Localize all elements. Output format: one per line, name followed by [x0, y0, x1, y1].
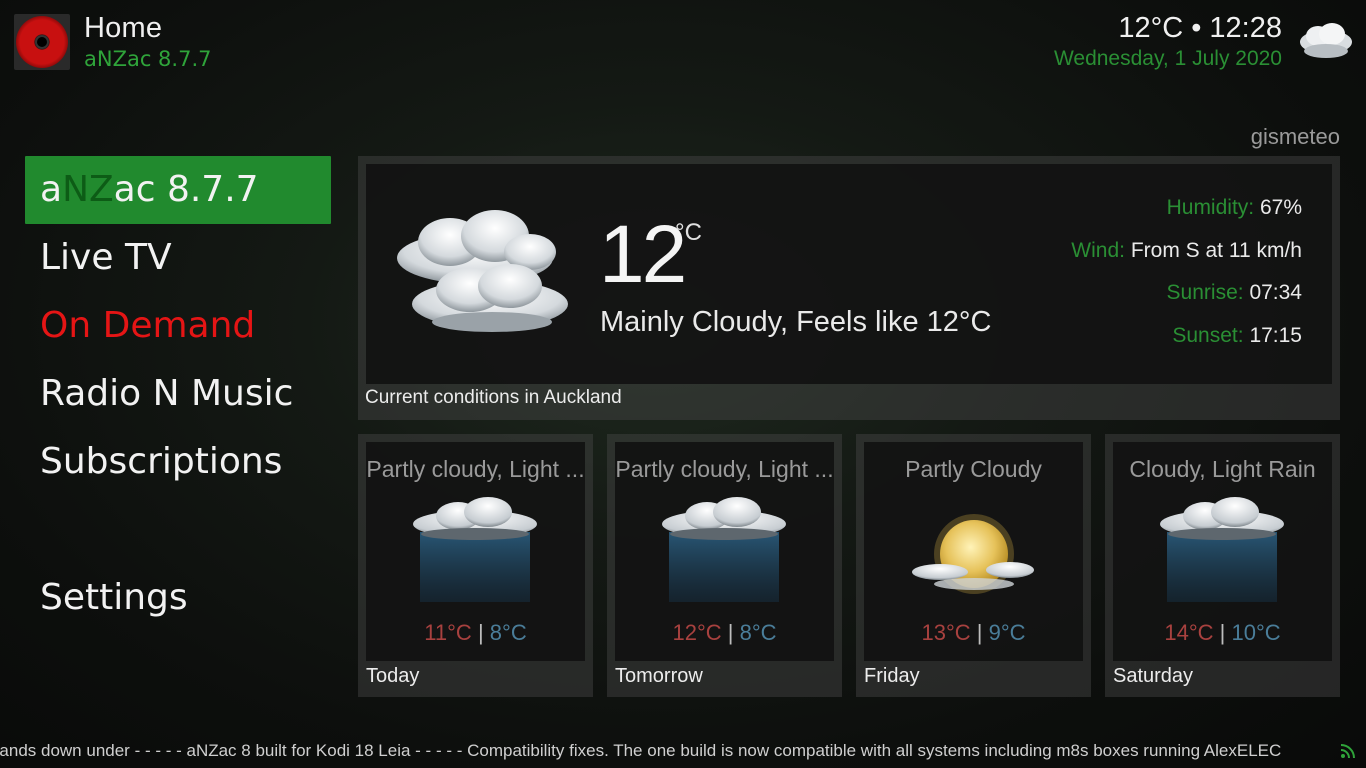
main-menu: aNZac 8.7.7 Live TV On Demand Radio N Mu… — [25, 156, 331, 632]
menu-item-anzac[interactable]: aNZac 8.7.7 — [25, 156, 331, 224]
weather-details: Humidity: 67% Wind: From S at 11 km/h Su… — [1071, 194, 1302, 364]
menu-item-label-nz: NZ — [62, 169, 114, 210]
sunrise-value: 07:34 — [1249, 281, 1302, 304]
sunset-value: 17:15 — [1249, 323, 1302, 347]
ticker-text: he lands down under - - - - - aNZac 8 bu… — [0, 741, 1282, 760]
page-title: Home — [84, 12, 163, 44]
humidity-label: Humidity: — [1166, 196, 1255, 219]
humidity-row: Humidity: 67% — [1071, 194, 1302, 237]
temp-high: 11°C — [424, 620, 472, 645]
menu-item-settings[interactable]: Settings — [25, 564, 331, 632]
forecast-temps: 11°C | 8°C — [366, 620, 585, 646]
current-location-caption: Current conditions in Auckland — [365, 387, 622, 408]
forecast-card-saturday[interactable]: Cloudy, Light Rain 14°C | 10°C Saturday — [1105, 434, 1340, 697]
current-temperature: 12 — [599, 209, 687, 300]
current-conditions-panel[interactable]: 12 °C Mainly Cloudy, Feels like 12°C Hum… — [358, 156, 1340, 420]
current-date: Wednesday, 1 July 2020 — [1053, 47, 1282, 70]
cloudy-icon — [397, 210, 568, 332]
temperature-unit: °C — [675, 219, 702, 246]
temp-separator: | — [477, 620, 484, 645]
sunset-label: Sunset: — [1172, 323, 1244, 347]
weather-provider: gismeteo — [1250, 124, 1340, 149]
forecast-day: Tomorrow — [615, 665, 703, 687]
humidity-value: 67% — [1259, 196, 1302, 219]
forecast-temps: 13°C | 9°C — [864, 620, 1083, 646]
menu-item-radio-n-music[interactable]: Radio N Music — [25, 360, 331, 428]
forecast-temps: 14°C | 10°C — [1113, 620, 1332, 646]
wind-label: Wind: — [1071, 238, 1125, 262]
temp-high: 13°C — [921, 620, 971, 645]
menu-item-live-tv[interactable]: Live TV — [25, 224, 331, 292]
forecast-card-tomorrow[interactable]: Partly cloudy, Light ... 12°C | 8°C Tomo… — [607, 434, 842, 697]
rss-icon[interactable] — [1340, 743, 1356, 759]
temp-low: 8°C — [489, 620, 527, 645]
current-description: Mainly Cloudy, Feels like 12°C — [600, 306, 992, 338]
cloud-rain-icon — [1160, 497, 1284, 602]
temp-high: 12°C — [672, 620, 722, 645]
forecast-condition: Cloudy, Light Rain — [1129, 456, 1316, 482]
wind-value: From S at 11 km/h — [1130, 238, 1302, 262]
forecast-day: Saturday — [1113, 665, 1194, 687]
forecast-card-today[interactable]: Partly cloudy, Light ... 11°C | 8°C Toda… — [358, 434, 593, 697]
cloud-rain-icon — [662, 497, 786, 602]
sunset-row: Sunset: 17:15 — [1071, 322, 1302, 365]
forecast-temps: 12°C | 8°C — [615, 620, 834, 646]
temp-separator: | — [976, 620, 983, 645]
temp-low: 8°C — [739, 620, 777, 645]
build-name: aNZac 8.7.7 — [84, 47, 212, 71]
temp-low: 10°C — [1231, 620, 1281, 645]
wind-row: Wind: From S at 11 km/h — [1071, 237, 1302, 280]
temp-low: 9°C — [988, 620, 1026, 645]
forecast-condition: Partly Cloudy — [905, 456, 1042, 482]
forecast-day: Today — [366, 665, 420, 687]
cloud-rain-icon — [413, 497, 537, 602]
menu-item-label-a: a — [40, 169, 63, 210]
forecast-card-friday[interactable]: Partly Cloudy 13°C | 9°C Friday — [856, 434, 1091, 697]
sunrise-label: Sunrise: — [1166, 281, 1244, 304]
cloudy-icon — [1300, 23, 1352, 58]
forecast-condition: Partly cloudy, Light ... — [615, 456, 834, 482]
menu-item-label-rest: ac 8.7.7 — [113, 169, 259, 210]
temp-separator: | — [727, 620, 734, 645]
rss-ticker: he lands down under - - - - - aNZac 8 bu… — [0, 739, 1336, 763]
temp-separator: | — [1219, 620, 1226, 645]
sun-cloud-icon — [912, 514, 1034, 594]
sunrise-row: Sunrise: 07:34 — [1071, 279, 1302, 322]
menu-item-on-demand[interactable]: On Demand — [25, 292, 331, 360]
menu-item-subscriptions[interactable]: Subscriptions — [25, 428, 331, 496]
poppy-logo — [14, 14, 70, 70]
forecast-day: Friday — [864, 665, 920, 687]
forecast-condition: Partly cloudy, Light ... — [366, 456, 585, 482]
clock-temperature: 12°C • 12:28 — [1118, 12, 1282, 44]
temp-high: 14°C — [1164, 620, 1214, 645]
